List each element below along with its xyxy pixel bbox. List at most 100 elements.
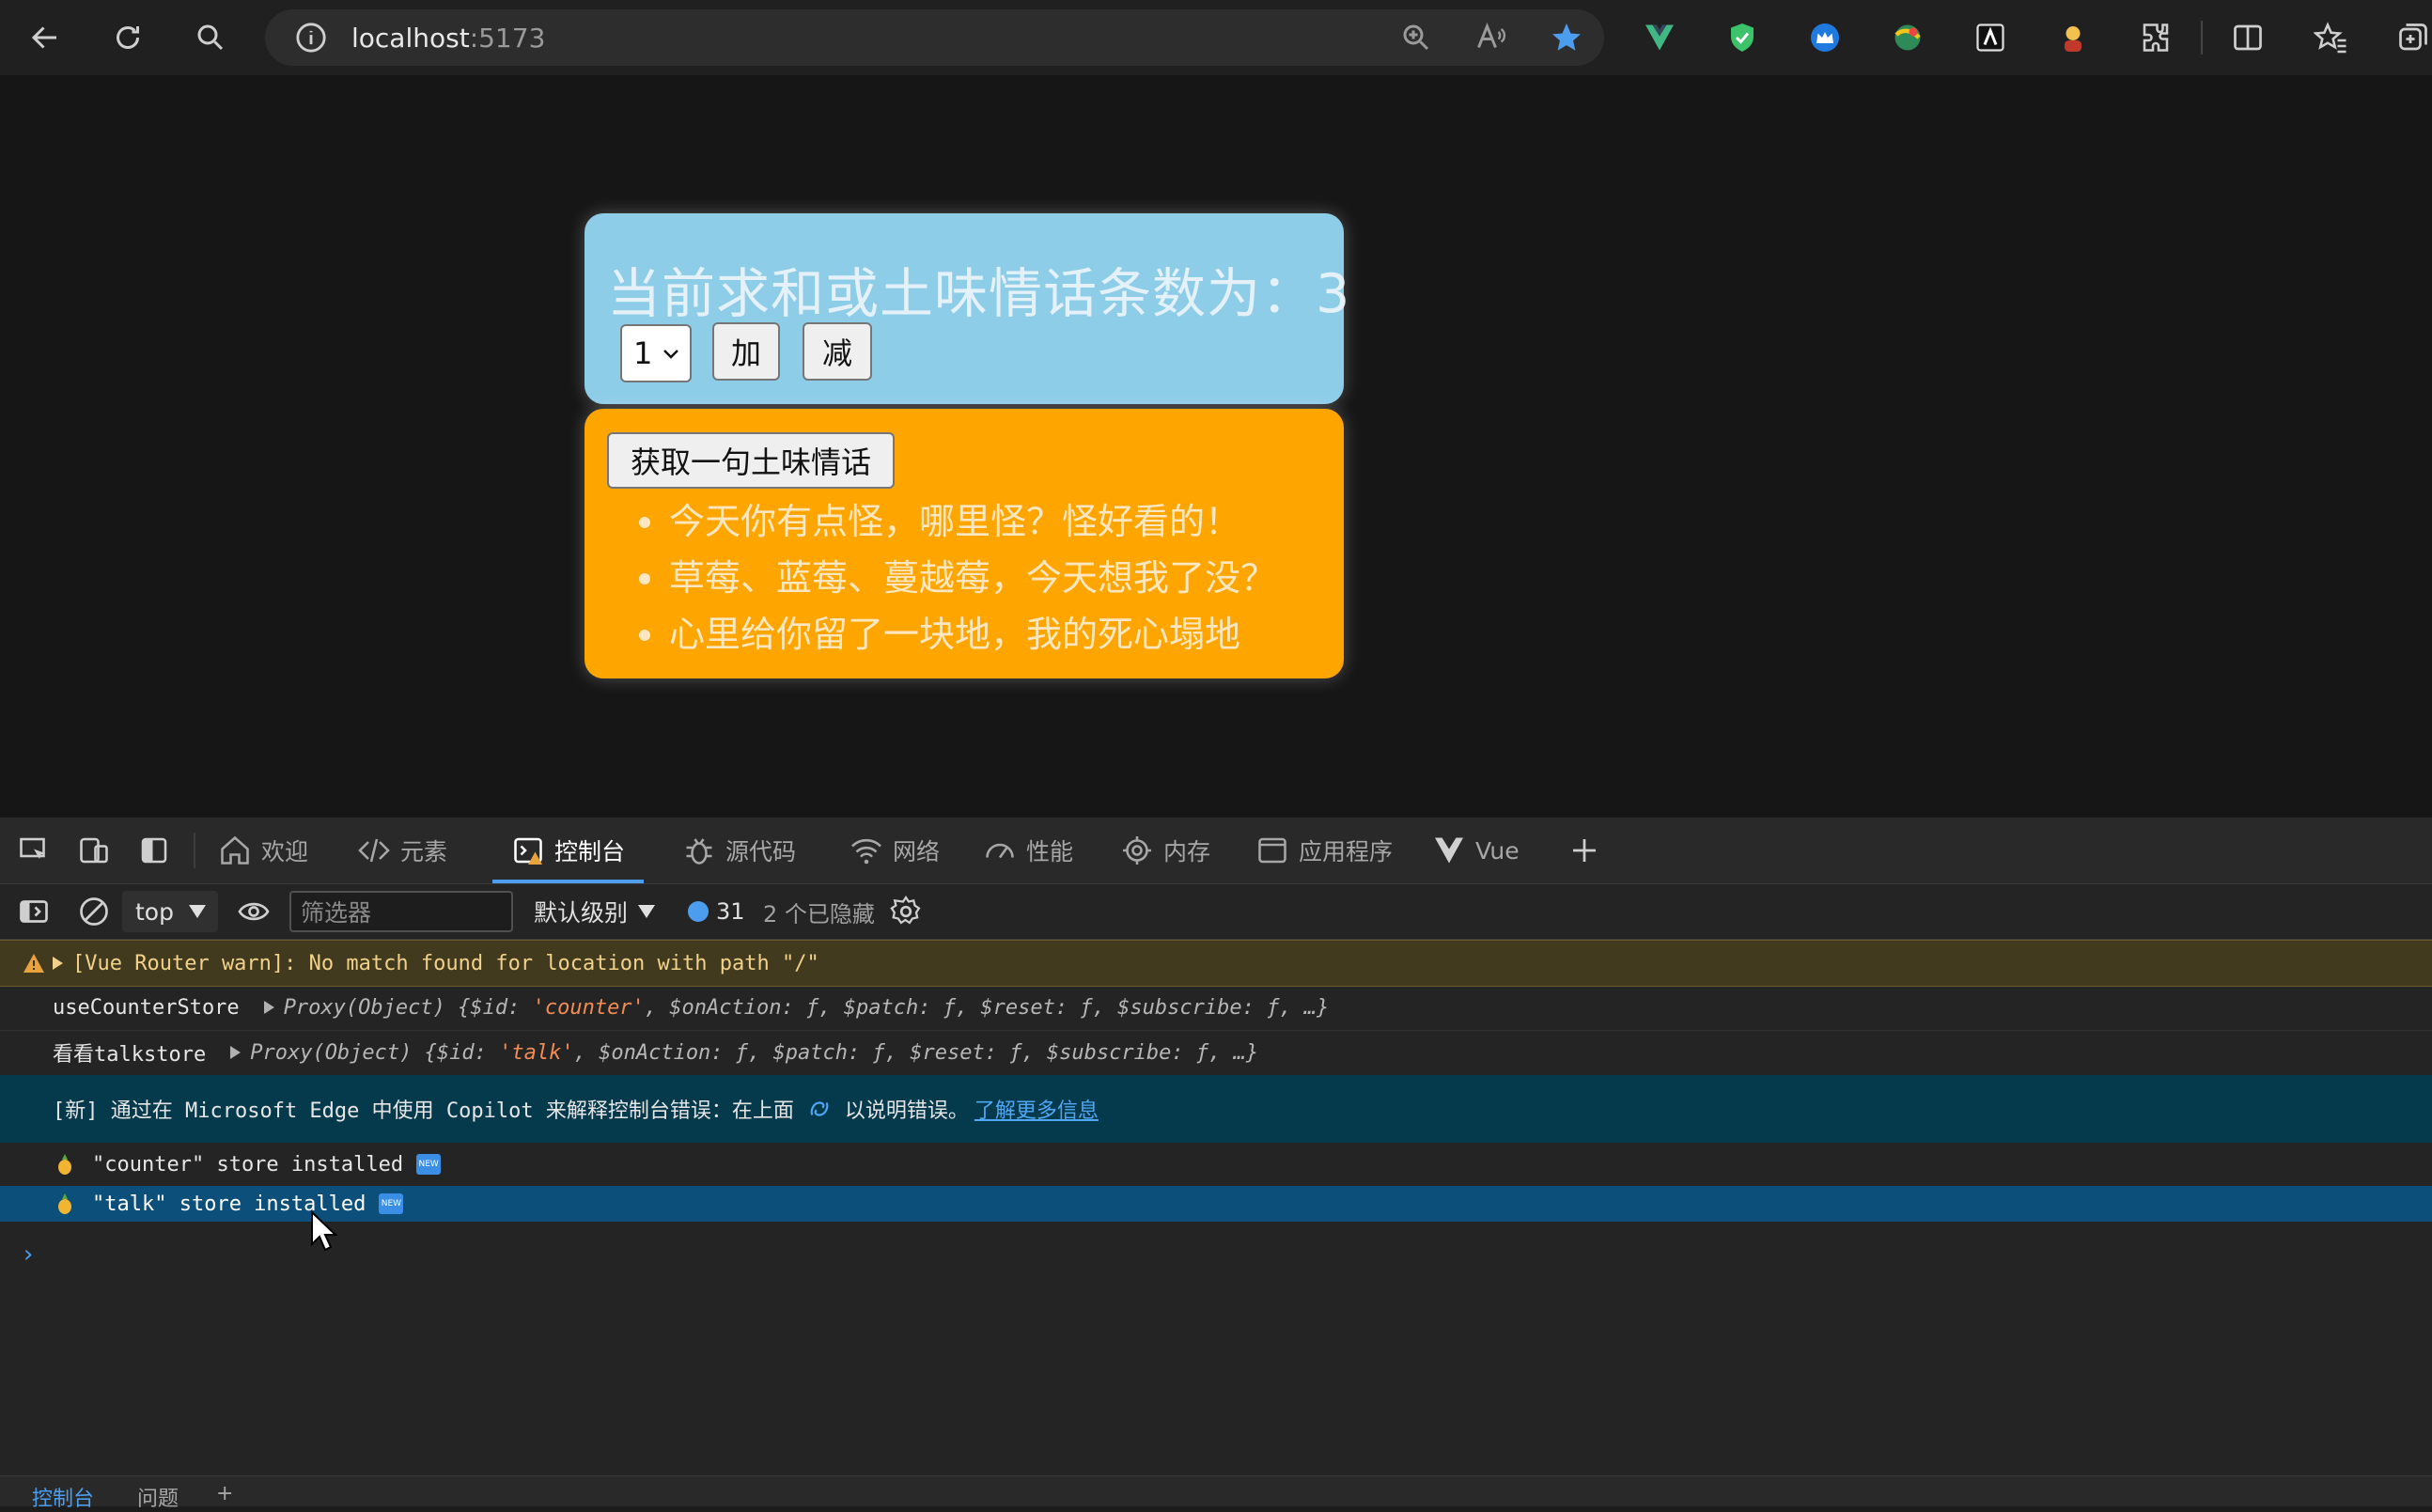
learn-more-link[interactable]: 了解更多信息	[974, 1094, 1099, 1124]
devtools-tabbar: 欢迎 元素 控制台 源代码 网络 性能 内存 应用程序 Vue	[0, 818, 2432, 884]
dock-side-icon[interactable]	[137, 834, 171, 867]
console-log-row[interactable]: 看看talkstore Proxy(Object) {$id: 'talk', …	[0, 1030, 2432, 1076]
count-title: 当前求和或土味情话条数为：3	[607, 263, 1351, 325]
split-screen-icon[interactable]	[2206, 0, 2289, 75]
favorite-star-icon[interactable]	[1529, 9, 1604, 66]
devtools-panel: 欢迎 元素 控制台 源代码 网络 性能 内存 应用程序 Vue top 筛选器 …	[0, 818, 2432, 1511]
tab-application[interactable]: 应用程序	[1255, 818, 1393, 883]
drawer-tab-console[interactable]: 控制台	[32, 1482, 94, 1512]
device-emulation-icon[interactable]	[77, 834, 111, 867]
zoom-icon[interactable]	[1379, 9, 1454, 66]
info-text: [新] 通过在 Microsoft Edge 中使用 Copilot 来解释控制…	[53, 1099, 794, 1123]
tab-console-label: 控制台	[554, 838, 626, 865]
talk-list: 今天你有点怪，哪里怪？怪好看的！ 草莓、蓝莓、蔓越莓，今天想我了没？ 心里给你留…	[638, 493, 1276, 662]
extensions-puzzle-icon[interactable]	[2114, 0, 2197, 75]
drawer-tabbar: 控制台 问题 +	[0, 1475, 2432, 1511]
get-talk-button[interactable]: 获取一句土味情话	[607, 432, 895, 489]
bug-icon	[686, 838, 712, 865]
crown-extension-icon[interactable]	[1784, 0, 1866, 75]
refresh-icon[interactable]	[100, 9, 156, 66]
shield-icon[interactable]	[1701, 0, 1784, 75]
tab-vue-label: Vue	[1475, 836, 1520, 865]
drawer-add-tab[interactable]: +	[216, 1482, 233, 1505]
search-icon[interactable]	[182, 9, 239, 66]
application-icon	[1258, 837, 1286, 864]
warning-icon	[23, 954, 44, 973]
tab-application-label: 应用程序	[1299, 838, 1394, 865]
console-log-row[interactable]: "counter" store installed NEW	[0, 1143, 2432, 1187]
inspect-element-icon[interactable]	[17, 834, 51, 867]
add-tab-button[interactable]	[1567, 818, 1611, 883]
count-card: 当前求和或土味情话条数为：3 1 加 减	[585, 213, 1349, 404]
plus-icon	[1573, 839, 1596, 862]
browser-toolbar: localhost:5173	[0, 0, 2432, 75]
console-prompt-icon[interactable]: ›	[21, 1240, 36, 1269]
favorites-icon[interactable]	[2289, 0, 2372, 75]
expand-triangle-icon[interactable]	[230, 1046, 242, 1059]
subtract-button[interactable]: 减	[803, 322, 872, 381]
gear-icon	[1123, 836, 1151, 865]
tab-vue[interactable]: Vue	[1432, 818, 1520, 883]
list-item: 草莓、蓝莓、蔓越莓，今天想我了没？	[638, 550, 1276, 606]
settings-gear-icon[interactable]	[889, 895, 923, 928]
globe-extension-icon[interactable]	[1866, 0, 1949, 75]
tab-memory[interactable]: 内存	[1120, 818, 1210, 883]
filter-placeholder: 筛选器	[301, 899, 372, 927]
expand-triangle-icon[interactable]	[263, 1001, 274, 1014]
new-badge: NEW	[416, 1154, 442, 1175]
tab-performance[interactable]: 性能	[983, 818, 1073, 883]
message-count-badge[interactable]: 31	[688, 891, 745, 932]
vue-devtools-icon[interactable]	[1618, 0, 1701, 75]
log-label: useCounterStore	[53, 995, 240, 1020]
vue-icon	[1435, 837, 1463, 864]
copilot-icon[interactable]	[807, 1097, 832, 1121]
home-icon	[221, 835, 249, 865]
context-select-value: top	[135, 897, 174, 926]
read-aloud-icon[interactable]	[1454, 9, 1529, 66]
tab-network[interactable]: 网络	[850, 818, 940, 883]
list-item: 今天你有点怪，哪里怪？怪好看的！	[638, 493, 1276, 550]
back-icon[interactable]	[17, 9, 73, 66]
clear-console-icon[interactable]	[77, 895, 111, 928]
eye-icon[interactable]	[237, 895, 271, 928]
context-select[interactable]: top	[122, 891, 218, 932]
info-icon[interactable]	[295, 22, 327, 54]
gauge-icon	[986, 843, 1014, 859]
tab-sources-label: 源代码	[725, 838, 797, 865]
tab-elements-label: 元素	[400, 838, 448, 865]
wifi-icon	[851, 839, 881, 865]
list-item: 心里给你留了一块地，我的死心塌地	[638, 606, 1276, 662]
tab-network-label: 网络	[893, 838, 941, 865]
tab-elements[interactable]: 元素	[357, 818, 447, 883]
log-level-select[interactable]: 默认级别	[534, 891, 656, 932]
log-label: 看看talkstore	[53, 1043, 207, 1067]
step-select[interactable]: 1	[620, 324, 692, 382]
address-bar[interactable]: localhost:5173	[265, 9, 1604, 66]
console-log-row[interactable]: useCounterStore Proxy(Object) {$id: 'cou…	[0, 985, 2432, 1031]
tab-welcome[interactable]: 欢迎	[218, 818, 308, 883]
expand-triangle-icon[interactable]	[53, 957, 63, 970]
console-warning-row[interactable]: [Vue Router warn]: No match found for lo…	[0, 940, 2432, 987]
tabbar-divider	[194, 833, 195, 868]
collections-icon[interactable]	[2372, 0, 2432, 75]
step-select-value: 1	[633, 335, 653, 371]
tab-console[interactable]: 控制台	[491, 818, 645, 883]
dark-a-extension-icon[interactable]	[1949, 0, 2032, 75]
chevron-down-icon	[663, 350, 678, 359]
console-log-row-selected[interactable]: "talk" store installed NEW	[0, 1186, 2432, 1222]
extension-bar	[1618, 0, 2432, 75]
tab-welcome-label: 欢迎	[261, 838, 309, 865]
sidebar-toggle-icon[interactable]	[17, 895, 51, 928]
hidden-count: 2 个已隐藏	[763, 900, 875, 927]
caret-down-icon	[189, 905, 206, 918]
pineapple-icon	[58, 1154, 71, 1175]
tab-performance-label: 性能	[1026, 838, 1074, 865]
drawer-tab-issues[interactable]: 问题	[137, 1482, 179, 1512]
character-extension-icon[interactable]	[2032, 0, 2114, 75]
add-button[interactable]: 加	[712, 322, 780, 381]
filter-input[interactable]: 筛选器	[289, 891, 513, 932]
console-toolbar: top 筛选器 默认级别 31 2 个已隐藏	[0, 884, 2432, 940]
tab-sources[interactable]: 源代码	[682, 818, 796, 883]
warning-text: [Vue Router warn]: No match found for lo…	[72, 951, 819, 975]
info-text-suffix: 以说明错误。	[844, 1099, 969, 1123]
